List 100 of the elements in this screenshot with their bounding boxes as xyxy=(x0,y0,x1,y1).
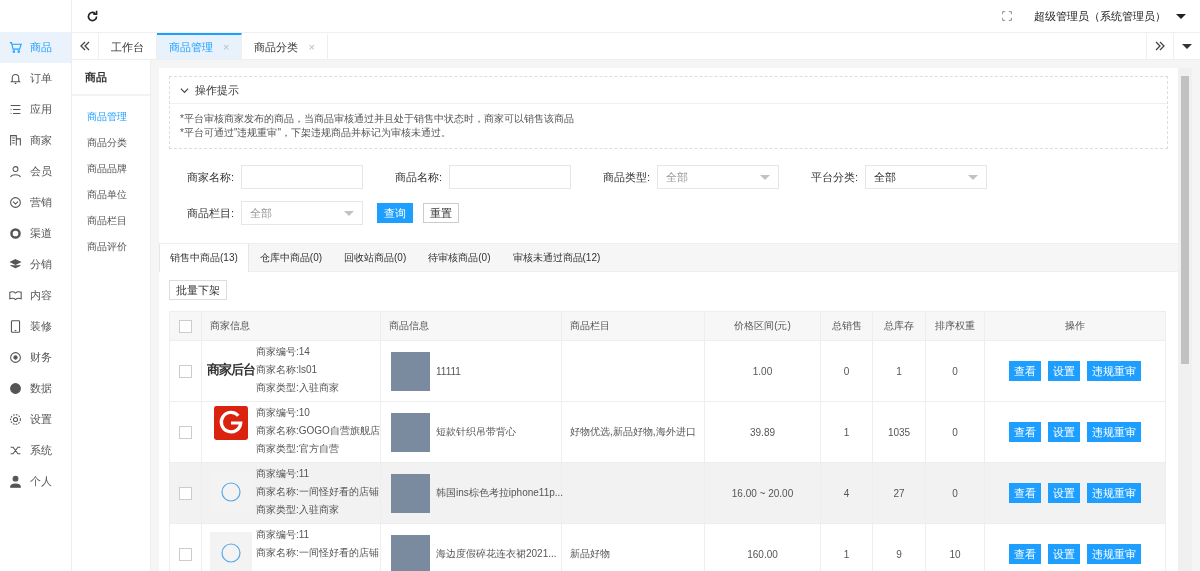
refresh-icon[interactable] xyxy=(86,9,99,23)
shuffle-icon xyxy=(9,444,22,457)
nav-item[interactable]: 商家 xyxy=(0,125,71,156)
subnav-item[interactable]: 商品品牌 xyxy=(72,156,150,182)
table-cell: 1.00 xyxy=(752,365,773,377)
subnav-item[interactable]: 商品分类 xyxy=(72,130,150,156)
photo-placeholder xyxy=(391,351,430,391)
tip-text: *平台可通过"违规重审"，下架违规商品并标记为审核未通过。 xyxy=(180,126,452,140)
subnav-item[interactable]: 商品评价 xyxy=(72,234,150,260)
column-header: 操作 xyxy=(984,311,1166,341)
filter-label: 商家名称: xyxy=(185,169,234,185)
subnav-item[interactable]: 商品栏目 xyxy=(72,208,150,234)
nav-item[interactable]: 营销 xyxy=(0,187,71,218)
photo-placeholder xyxy=(391,412,430,452)
nav-item[interactable]: 数据 xyxy=(0,373,71,404)
column-header: 商品栏目 xyxy=(561,311,705,341)
table-cell: 160.00 xyxy=(747,548,778,560)
table-cell: 9 xyxy=(896,548,902,560)
chevron-icon xyxy=(180,85,189,95)
cart-icon xyxy=(9,41,22,54)
table-cell: 新品好物 xyxy=(570,548,610,559)
scrollbar-thumb[interactable] xyxy=(1181,76,1189,364)
product-name: 短款针织吊带背心 xyxy=(436,425,516,439)
book-icon xyxy=(9,289,22,302)
nav-item[interactable]: 系统 xyxy=(0,435,71,466)
product-name: 韩国ins棕色考拉iphone11p... xyxy=(436,486,564,500)
merchant-info: 商家名称:一间怪好看的店铺 xyxy=(256,485,379,499)
list-tab[interactable]: 仓库中商品(0) xyxy=(248,244,334,271)
checkbox[interactable] xyxy=(179,486,192,500)
checkbox[interactable] xyxy=(179,425,192,439)
merchant-info: 商家名称:一间怪好看的店铺 xyxy=(256,546,379,560)
list-tab[interactable]: 待审核商品(0) xyxy=(417,244,502,271)
filter-label: 平台分类: xyxy=(809,169,858,185)
checkbox[interactable] xyxy=(179,364,192,378)
table-cell: 10 xyxy=(949,548,961,560)
nav-item[interactable]: 订单 xyxy=(0,63,71,94)
merchant-info: 商家类型:入驻商家 xyxy=(256,503,340,517)
table-cell: 好物优选,新品好物,海外进口 xyxy=(570,426,696,437)
merchant-info: 商家类型:入驻商家 xyxy=(256,381,339,395)
table-cell: 0 xyxy=(952,426,958,438)
table-cell: 0 xyxy=(843,365,850,377)
column-header: 排序权重 xyxy=(925,311,985,341)
table-cell: 1 xyxy=(843,548,850,560)
table-cell: 1 xyxy=(896,365,902,377)
filter-label: 商品类型: xyxy=(601,169,650,185)
nav-item[interactable]: 个人 xyxy=(0,466,71,497)
nav-item[interactable]: 装修 xyxy=(0,311,71,342)
column-header: 商家信息 xyxy=(201,311,381,341)
column-header: 总销售 xyxy=(820,311,873,341)
user-icon xyxy=(9,475,22,488)
logo-icon xyxy=(214,406,248,440)
nav-item[interactable]: 应用 xyxy=(0,94,71,125)
tablet-icon xyxy=(9,320,22,333)
ring-icon xyxy=(9,227,22,240)
merchant-info: 商家编号:10 xyxy=(256,406,311,420)
batch-button[interactable]: 批量下架 xyxy=(169,280,227,300)
nav-item[interactable]: 内容 xyxy=(0,280,71,311)
checkbox[interactable] xyxy=(179,547,192,561)
table-cell: 16.00 ~ 20.00 xyxy=(731,487,794,499)
layers-icon xyxy=(9,258,22,271)
column-header: 总库存 xyxy=(872,311,926,341)
checkbox[interactable] xyxy=(179,319,192,333)
filter-label: 商品栏目: xyxy=(185,205,234,221)
user-menu[interactable]: 超级管理员（系统管理员） xyxy=(1034,8,1186,24)
merchant-info: 商家编号:14 xyxy=(256,345,311,359)
target-icon xyxy=(9,351,22,364)
select-field[interactable]: 全部 xyxy=(865,165,987,189)
table-cell: 1 xyxy=(843,426,850,438)
table-cell: 1035 xyxy=(887,426,911,438)
tips-title: 操作提示 xyxy=(195,82,239,98)
nav-item[interactable]: 分销 xyxy=(0,249,71,280)
merchant-info: 商家名称:ls01 xyxy=(256,363,319,377)
fullscreen-icon[interactable] xyxy=(1002,11,1012,21)
nav-item[interactable]: 渠道 xyxy=(0,218,71,249)
page-tab[interactable]: 商品分类 × xyxy=(242,33,328,59)
merchant-info: 商家名称:GOGO自营旗舰店 xyxy=(256,424,380,438)
subnav-item[interactable]: 商品单位 xyxy=(72,182,150,208)
filter-label: 商品名称: xyxy=(393,169,442,185)
nav-item[interactable]: 会员 xyxy=(0,156,71,187)
list-tab[interactable]: 销售中商品(13) xyxy=(159,244,249,272)
tip-text: *平台审核商家发布的商品，当商品审核通过并且处于销售中状态时，商家可以销售该商品 xyxy=(180,112,575,126)
list-tab[interactable]: 回收站商品(0) xyxy=(333,244,418,271)
tips-header[interactable]: 操作提示 xyxy=(170,77,1167,104)
photo-placeholder xyxy=(391,534,430,571)
list-icon xyxy=(9,103,22,116)
merchant-info: 商家类型:官方自营 xyxy=(256,442,340,456)
reset-button[interactable]: 重置 xyxy=(423,203,459,223)
gear-icon xyxy=(9,413,22,426)
nav-item[interactable]: 设置 xyxy=(0,404,71,435)
text-field[interactable] xyxy=(449,165,571,189)
table-cell: 4 xyxy=(843,487,850,499)
table-cell: 0 xyxy=(952,365,958,377)
merchant-info: 商家编号:11 xyxy=(256,467,311,481)
table-cell: 27 xyxy=(893,487,905,499)
nav-item[interactable]: 财务 xyxy=(0,342,71,373)
table-cell: 0 xyxy=(952,487,958,499)
list-tab[interactable]: 审核未通过商品(12) xyxy=(501,244,612,271)
person-icon xyxy=(9,165,22,178)
text-field[interactable] xyxy=(241,165,363,189)
table-cell: 39.89 xyxy=(750,426,775,438)
